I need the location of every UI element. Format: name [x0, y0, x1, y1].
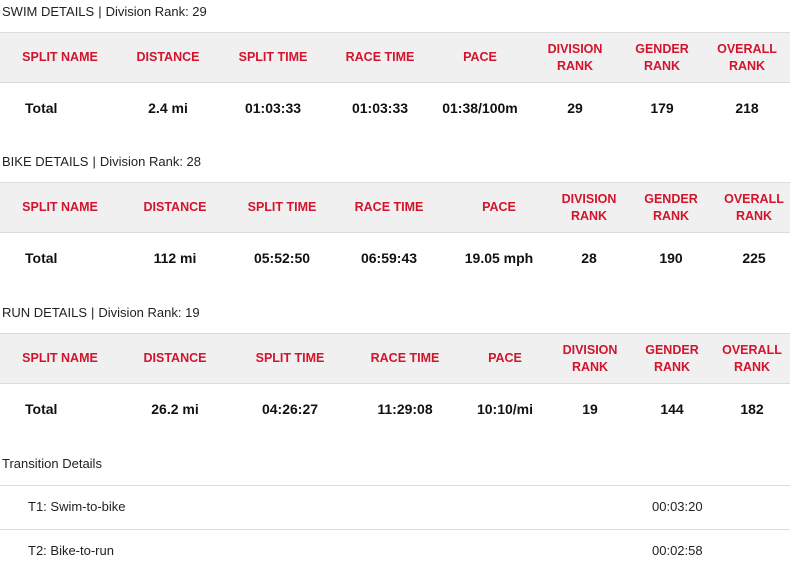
- pace: 01:38/100m: [442, 100, 518, 116]
- division-rank: 29: [567, 100, 583, 116]
- col-pace: PACE: [460, 333, 550, 384]
- col-distance: DISTANCE: [120, 333, 230, 384]
- col-distance: DISTANCE: [120, 32, 216, 83]
- bike-title: BIKE DETAILS: [2, 154, 89, 169]
- swim-title: SWIM DETAILS: [2, 4, 95, 19]
- col-split-name: SPLIT NAME: [0, 32, 120, 83]
- transition-details-title: Transition Details: [2, 456, 102, 471]
- col-gender-rank: GENDER RANK: [620, 32, 704, 83]
- col-race-time: RACE TIME: [350, 333, 460, 384]
- run-title: RUN DETAILS: [2, 305, 87, 320]
- col-split-time: SPLIT TIME: [230, 333, 350, 384]
- pace: 10:10/mi: [476, 401, 534, 417]
- table-row: Total 112 mi 05:52:50 06:59:43 19.05 mph…: [0, 233, 790, 284]
- col-pace: PACE: [444, 182, 554, 233]
- race-time: 06:59:43: [360, 250, 418, 266]
- bike-section-title: BIKE DETAILS | Division Rank: 28: [2, 154, 202, 169]
- col-gender-rank: GENDER RANK: [630, 333, 714, 384]
- table-row: Total 2.4 mi 01:03:33 01:03:33 01:38/100…: [0, 83, 790, 134]
- pace: 19.05 mph: [464, 250, 534, 266]
- col-split-time: SPLIT TIME: [216, 32, 330, 83]
- race-time: 01:03:33: [351, 100, 409, 116]
- table-header-row: SPLIT NAME DISTANCE SPLIT TIME RACE TIME…: [0, 182, 790, 233]
- col-overall-rank: OVERALL RANK: [714, 333, 790, 384]
- split-name: Total: [25, 100, 58, 116]
- gender-rank: 190: [659, 250, 683, 266]
- overall-rank: 182: [740, 401, 764, 417]
- col-split-name: SPLIT NAME: [0, 182, 120, 233]
- col-division-rank: DIVISION RANK: [550, 333, 630, 384]
- swim-section-title: SWIM DETAILS | Division Rank: 29: [2, 4, 207, 19]
- distance: 2.4 mi: [148, 100, 188, 116]
- split-time: 04:26:27: [261, 401, 319, 417]
- run-division-rank: Division Rank: 19: [98, 305, 200, 320]
- division-rank: 19: [582, 401, 598, 417]
- col-division-rank: DIVISION RANK: [554, 182, 624, 233]
- race-time: 11:29:08: [377, 401, 433, 417]
- division-rank: 28: [581, 250, 597, 266]
- col-race-time: RACE TIME: [330, 32, 430, 83]
- col-gender-rank: GENDER RANK: [624, 182, 718, 233]
- transition-row-t1: T1: Swim-to-bike 00:03:20: [0, 485, 790, 529]
- table-row: Total 26.2 mi 04:26:27 11:29:08 10:10/mi…: [0, 384, 790, 435]
- table-header-row: SPLIT NAME DISTANCE SPLIT TIME RACE TIME…: [0, 333, 790, 384]
- overall-rank: 218: [735, 100, 759, 116]
- col-overall-rank: OVERALL RANK: [718, 182, 790, 233]
- swim-division-rank: Division Rank: 29: [105, 4, 207, 19]
- col-split-name: SPLIT NAME: [0, 333, 120, 384]
- transition-label: T2: Bike-to-run: [28, 543, 114, 558]
- overall-rank: 225: [742, 250, 766, 266]
- col-overall-rank: OVERALL RANK: [704, 32, 790, 83]
- bike-division-rank: Division Rank: 28: [99, 154, 202, 169]
- col-race-time: RACE TIME: [334, 182, 444, 233]
- distance: 112 mi: [153, 250, 197, 266]
- distance: 26.2 mi: [151, 401, 199, 417]
- transition-label: T1: Swim-to-bike: [28, 499, 126, 514]
- col-split-time: SPLIT TIME: [230, 182, 334, 233]
- gender-rank: 144: [660, 401, 684, 417]
- swim-details-table: SPLIT NAME DISTANCE SPLIT TIME RACE TIME…: [0, 32, 790, 133]
- col-pace: PACE: [430, 32, 530, 83]
- split-name: Total: [25, 401, 58, 417]
- table-header-row: SPLIT NAME DISTANCE SPLIT TIME RACE TIME…: [0, 32, 790, 83]
- col-division-rank: DIVISION RANK: [530, 32, 620, 83]
- transition-row-t2: T2: Bike-to-run 00:02:58: [0, 529, 790, 573]
- run-details-table: SPLIT NAME DISTANCE SPLIT TIME RACE TIME…: [0, 333, 790, 434]
- split-name: Total: [25, 250, 58, 266]
- split-time: 01:03:33: [244, 100, 302, 116]
- transition-time: 00:03:20: [652, 499, 703, 514]
- col-distance: DISTANCE: [120, 182, 230, 233]
- split-time: 05:52:50: [253, 250, 311, 266]
- bike-details-table: SPLIT NAME DISTANCE SPLIT TIME RACE TIME…: [0, 182, 790, 283]
- gender-rank: 179: [650, 100, 674, 116]
- run-section-title: RUN DETAILS | Division Rank: 19: [2, 305, 200, 320]
- transition-time: 00:02:58: [652, 543, 703, 558]
